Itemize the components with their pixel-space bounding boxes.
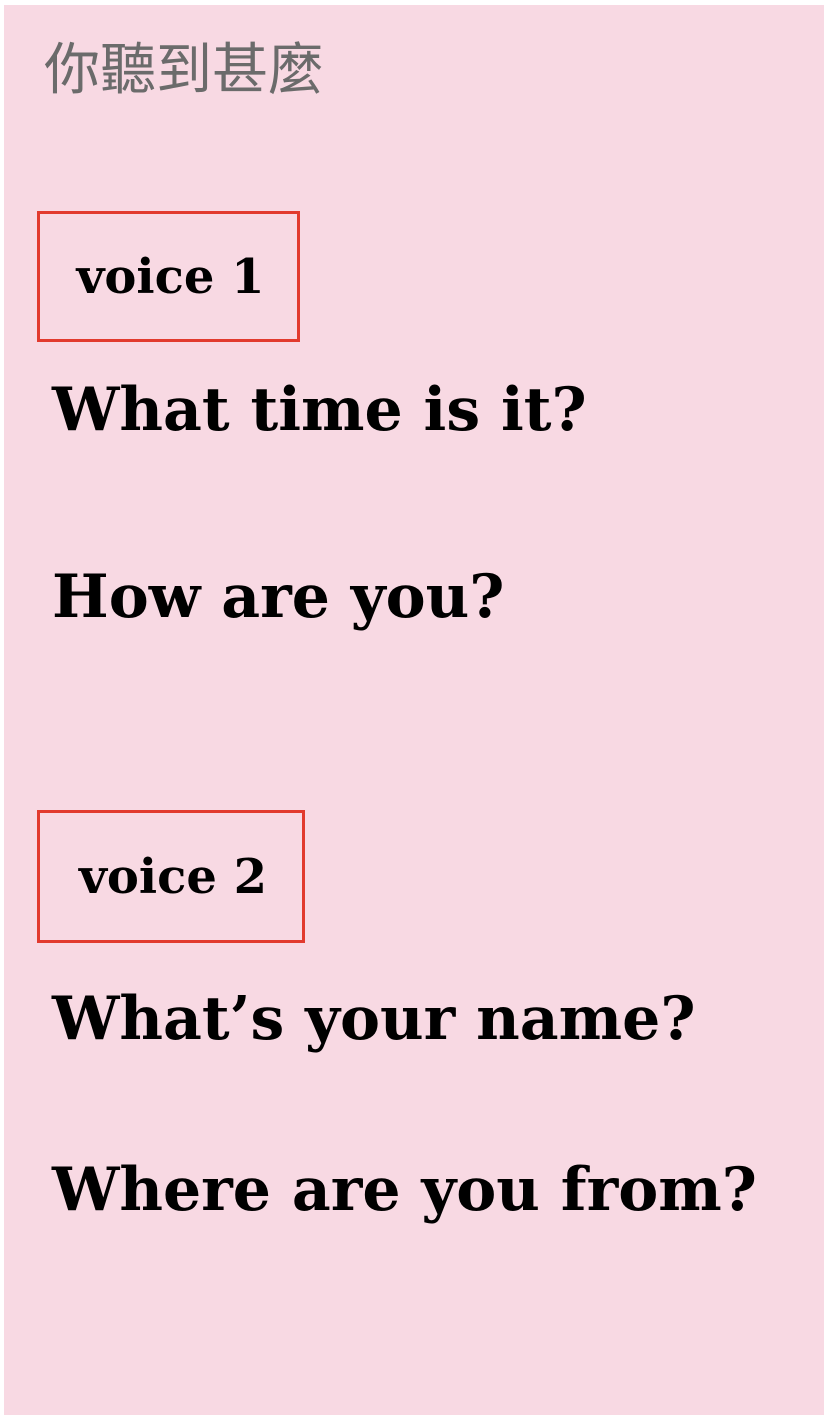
voice-1-button[interactable]: voice 1 xyxy=(37,211,300,342)
voice-1-phrase-2: How are you? xyxy=(52,562,505,632)
voice-2-phrase-2: Where are you from? xyxy=(52,1155,757,1225)
page-title: 你聽到甚麼 xyxy=(44,38,324,103)
listening-card: 你聽到甚麼 voice 1 What time is it? How are y… xyxy=(4,5,824,1415)
voice-2-phrase-1: What’s your name? xyxy=(52,984,696,1054)
voice-1-phrase-1: What time is it? xyxy=(52,375,587,445)
voice-2-button[interactable]: voice 2 xyxy=(37,810,305,943)
